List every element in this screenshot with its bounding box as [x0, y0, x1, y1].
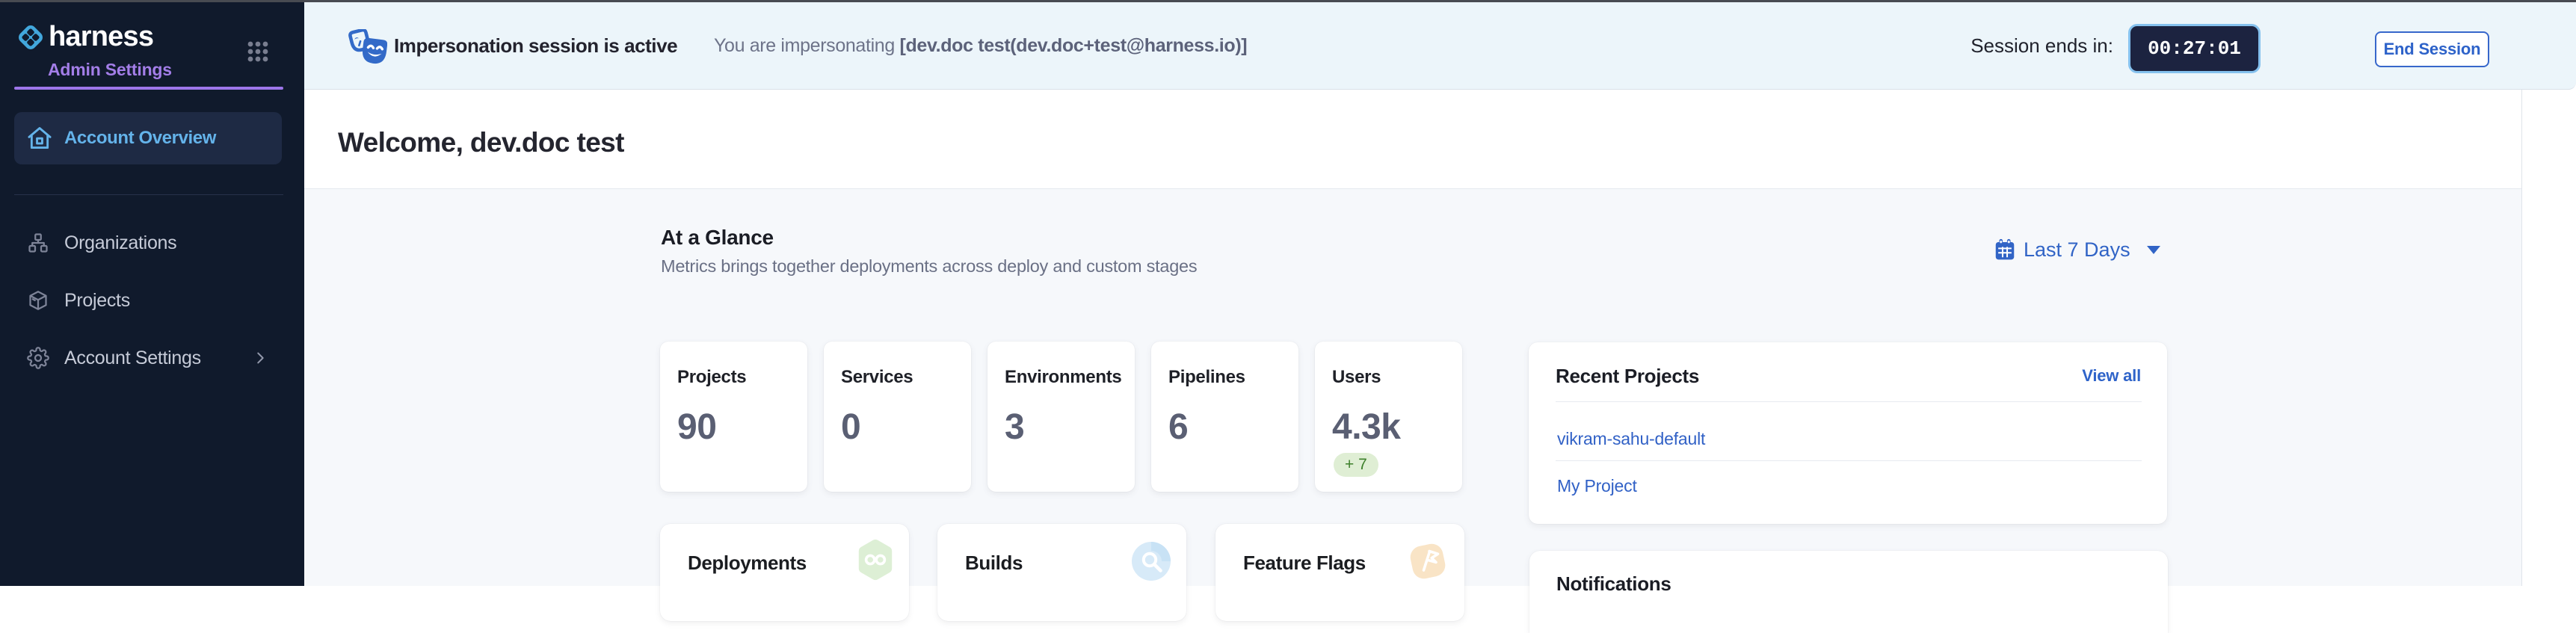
sidebar-accent-divider: [14, 87, 283, 90]
metric-label: Users: [1332, 367, 1381, 388]
date-range-label: Last 7 Days: [2024, 238, 2130, 262]
banner-title: Impersonation session is active: [394, 2, 677, 90]
module-card-builds[interactable]: Builds: [937, 524, 1186, 621]
welcome-divider: [304, 188, 2521, 189]
divider: [1556, 401, 2142, 402]
module-label: Feature Flags: [1243, 552, 1366, 575]
module-label: Builds: [965, 552, 1023, 575]
recent-projects-title: Recent Projects: [1556, 365, 1699, 388]
module-label: Deployments: [688, 552, 807, 575]
metric-value: 90: [677, 407, 716, 448]
metric-value: 4.3k: [1332, 407, 1400, 448]
page-title: Welcome, dev.doc test: [338, 127, 624, 158]
calendar-icon: [1994, 238, 2015, 262]
organizations-icon: [27, 232, 49, 254]
banner-subtitle-prefix: You are impersonating: [714, 35, 900, 56]
sidebar-item-label: Projects: [64, 280, 130, 321]
divider: [1556, 460, 2142, 461]
builds-icon: [1132, 542, 1171, 581]
projects-cube-icon: [27, 289, 49, 312]
banner-subtitle-target: [dev.doc test(dev.doc+test@harness.io)]: [900, 35, 1248, 56]
harness-logo-icon: [15, 22, 46, 53]
sidebar: harness Admin Settings Account Overview …: [0, 2, 304, 586]
home-icon: [26, 125, 53, 152]
gear-icon: [27, 347, 49, 369]
date-range-dropdown[interactable]: Last 7 Days: [1994, 235, 2160, 265]
metric-label: Environments: [1005, 367, 1121, 388]
project-link[interactable]: My Project: [1557, 476, 1637, 496]
deployments-icon: [857, 539, 893, 581]
metric-value: 6: [1168, 407, 1188, 448]
metric-card-pipelines[interactable]: Pipelines 6: [1151, 342, 1298, 492]
session-ends-label: Session ends in:: [1970, 2, 2113, 90]
sidebar-item-organizations[interactable]: Organizations: [14, 222, 282, 264]
brand-name: harness: [49, 21, 153, 53]
sidebar-divider: [14, 194, 283, 195]
session-timer: 00:27:01: [2128, 24, 2261, 73]
window-top-edge: [0, 0, 2576, 2]
metric-card-environments[interactable]: Environments 3: [987, 342, 1135, 492]
sidebar-item-label: Account Overview: [64, 112, 216, 164]
sidebar-item-label: Account Settings: [64, 337, 201, 379]
app-grid-icon[interactable]: [247, 40, 269, 63]
module-card-deployments[interactable]: Deployments: [660, 524, 909, 621]
at-a-glance-subtitle: Metrics brings together deployments acro…: [661, 256, 1197, 277]
metric-label: Projects: [677, 367, 746, 388]
end-session-button[interactable]: End Session: [2375, 31, 2489, 67]
module-card-feature-flags[interactable]: Feature Flags: [1215, 524, 1464, 621]
metric-card-services[interactable]: Services 0: [824, 342, 971, 492]
feature-flags-icon: [1407, 540, 1449, 583]
banner-subtitle: You are impersonating [dev.doc test(dev.…: [714, 2, 1247, 90]
notifications-title: Notifications: [1556, 572, 1671, 596]
impersonation-banner: Impersonation session is active You are …: [304, 2, 2576, 90]
view-all-link[interactable]: View all: [2082, 366, 2141, 386]
metric-value: 3: [1005, 407, 1024, 448]
notifications-panel: Notifications: [1529, 551, 2168, 633]
metric-label: Pipelines: [1168, 367, 1245, 388]
sidebar-item-account-overview[interactable]: Account Overview: [14, 112, 282, 164]
project-link[interactable]: vikram-sahu-default: [1557, 429, 1705, 449]
chevron-down-icon: [2147, 246, 2160, 254]
chevron-right-icon: [252, 350, 268, 366]
welcome-header: [304, 90, 2576, 189]
scrollbar-gutter[interactable]: [2521, 90, 2576, 586]
sidebar-item-label: Organizations: [64, 222, 176, 264]
metric-value: 0: [841, 407, 860, 448]
sidebar-item-account-settings[interactable]: Account Settings: [14, 337, 282, 379]
sidebar-subtitle: Admin Settings: [48, 60, 172, 80]
metric-label: Services: [841, 367, 913, 388]
recent-projects-panel: Recent Projects View all vikram-sahu-def…: [1529, 342, 2167, 524]
theater-masks-icon: [347, 29, 387, 65]
metric-card-users[interactable]: Users 4.3k + 7: [1315, 342, 1462, 492]
sidebar-item-projects[interactable]: Projects: [14, 280, 282, 321]
at-a-glance-title: At a Glance: [661, 226, 774, 250]
session-timer-value: 00:27:01: [2130, 26, 2258, 71]
metric-card-projects[interactable]: Projects 90: [660, 342, 807, 492]
metric-delta-badge: + 7: [1334, 453, 1378, 477]
